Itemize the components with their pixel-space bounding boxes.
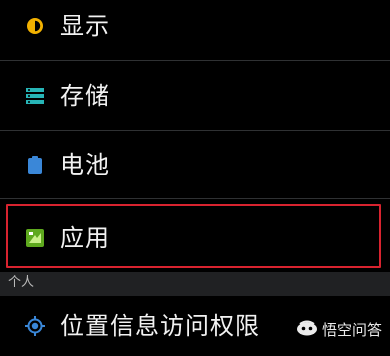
settings-item-label: 显示 — [60, 12, 110, 40]
settings-item-label: 电池 — [60, 151, 110, 179]
settings-list: 显示 存储 电池 应用 个人 位置信息访问权限 — [0, 0, 390, 350]
display-brightness-icon — [24, 15, 46, 37]
storage-icon — [24, 85, 46, 107]
location-icon — [24, 315, 46, 337]
highlight-box — [6, 204, 381, 268]
watermark-text: 悟空问答 — [321, 321, 382, 339]
battery-icon — [24, 154, 46, 176]
divider — [0, 198, 390, 199]
settings-item-storage[interactable]: 存储 — [0, 62, 390, 130]
wukong-logo-icon — [296, 320, 318, 340]
settings-item-label: 存储 — [60, 82, 110, 110]
watermark: 悟空问答 — [296, 319, 382, 340]
section-header-personal: 个人 — [0, 272, 390, 296]
section-title: 个人 — [8, 275, 35, 290]
settings-item-label: 位置信息访问权限 — [60, 312, 260, 340]
settings-item-display[interactable]: 显示 — [0, 0, 390, 60]
divider — [0, 60, 390, 61]
settings-item-battery[interactable]: 电池 — [0, 131, 390, 199]
